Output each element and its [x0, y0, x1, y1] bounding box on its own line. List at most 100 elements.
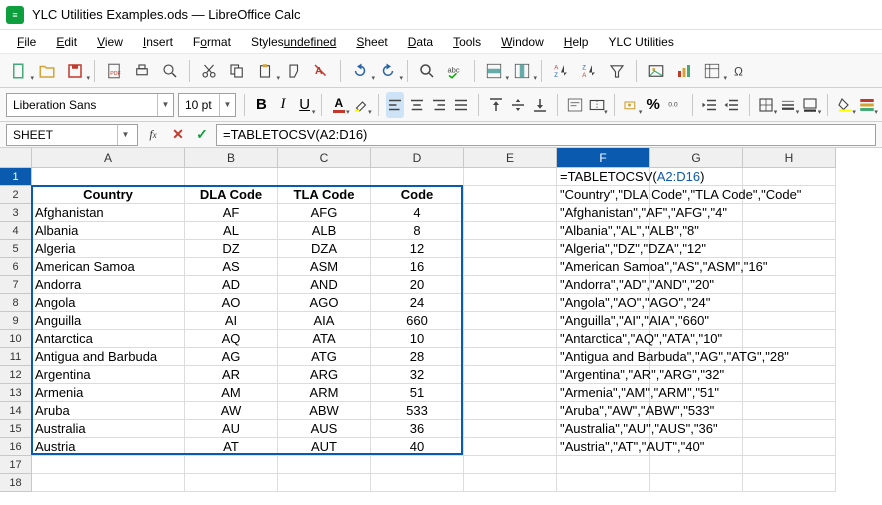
- row-header-5[interactable]: 5: [0, 240, 32, 258]
- cell-F4[interactable]: "Albania","AL","ALB","8": [557, 222, 650, 240]
- cell-D1[interactable]: [371, 168, 464, 186]
- row-header-10[interactable]: 10: [0, 330, 32, 348]
- cell-C10[interactable]: ATA: [278, 330, 371, 348]
- row-header-11[interactable]: 11: [0, 348, 32, 366]
- cell-H12[interactable]: [743, 366, 836, 384]
- cell-D10[interactable]: 10: [371, 330, 464, 348]
- cell-A4[interactable]: Albania: [32, 222, 185, 240]
- cell-B8[interactable]: AO: [185, 294, 278, 312]
- cell-E4[interactable]: [464, 222, 557, 240]
- cell-E8[interactable]: [464, 294, 557, 312]
- cell-C6[interactable]: ASM: [278, 258, 371, 276]
- menu-sheet[interactable]: Sheet: [347, 32, 396, 52]
- cell-C9[interactable]: AIA: [278, 312, 371, 330]
- name-box-input[interactable]: [7, 128, 117, 142]
- cell-E10[interactable]: [464, 330, 557, 348]
- italic-icon[interactable]: I: [274, 92, 292, 118]
- cell-H5[interactable]: [743, 240, 836, 258]
- cell-B18[interactable]: [185, 474, 278, 492]
- menu-view[interactable]: View: [88, 32, 132, 52]
- cell-D7[interactable]: 20: [371, 276, 464, 294]
- name-box[interactable]: ▼: [6, 124, 138, 146]
- cell-H16[interactable]: [743, 438, 836, 456]
- font-color-icon[interactable]: A▾: [330, 92, 348, 118]
- cell-B16[interactable]: AT: [185, 438, 278, 456]
- special-char-icon[interactable]: Ω: [727, 58, 753, 84]
- cell-H1[interactable]: [743, 168, 836, 186]
- valign-bottom-icon[interactable]: [531, 92, 549, 118]
- cell-A15[interactable]: Australia: [32, 420, 185, 438]
- currency-icon[interactable]: ▾: [622, 92, 640, 118]
- underline-icon[interactable]: U▾: [296, 92, 314, 118]
- row-header-7[interactable]: 7: [0, 276, 32, 294]
- cell-A12[interactable]: Argentina: [32, 366, 185, 384]
- cell-A10[interactable]: Antarctica: [32, 330, 185, 348]
- cell-D17[interactable]: [371, 456, 464, 474]
- cell-A16[interactable]: Austria: [32, 438, 185, 456]
- font-name-input[interactable]: [7, 94, 157, 116]
- font-size-combo[interactable]: ▼: [178, 93, 236, 117]
- cell-E13[interactable]: [464, 384, 557, 402]
- cell-B4[interactable]: AL: [185, 222, 278, 240]
- row-header-16[interactable]: 16: [0, 438, 32, 456]
- cell-H10[interactable]: [743, 330, 836, 348]
- cell-E12[interactable]: [464, 366, 557, 384]
- cell-D6[interactable]: 16: [371, 258, 464, 276]
- clear-format-icon[interactable]: A: [308, 58, 334, 84]
- sort-desc-icon[interactable]: ZA: [576, 58, 602, 84]
- cell-A5[interactable]: Algeria: [32, 240, 185, 258]
- col-icon[interactable]: ▾: [509, 58, 535, 84]
- cell-C3[interactable]: AFG: [278, 204, 371, 222]
- cell-H18[interactable]: [743, 474, 836, 492]
- cell-H14[interactable]: [743, 402, 836, 420]
- redo-icon[interactable]: ▾: [375, 58, 401, 84]
- col-header-H[interactable]: H: [743, 148, 836, 168]
- cell-A14[interactable]: Aruba: [32, 402, 185, 420]
- cell-B1[interactable]: [185, 168, 278, 186]
- font-size-input[interactable]: [179, 94, 219, 116]
- cell-E14[interactable]: [464, 402, 557, 420]
- cell-A11[interactable]: Antigua and Barbuda: [32, 348, 185, 366]
- cell-F8[interactable]: "Angola","AO","AGO","24": [557, 294, 650, 312]
- autofilter-icon[interactable]: [604, 58, 630, 84]
- highlight-icon[interactable]: ▾: [352, 92, 370, 118]
- cell-F10[interactable]: "Antarctica","AQ","ATA","10": [557, 330, 650, 348]
- cell-F13[interactable]: "Armenia","AM","ARM","51": [557, 384, 650, 402]
- cell-F16[interactable]: "Austria","AT","AUT","40": [557, 438, 650, 456]
- cell-B7[interactable]: AD: [185, 276, 278, 294]
- spreadsheet-grid[interactable]: ABCDEFGH1=TABLETOCSV(A2:D16)2CountryDLA …: [0, 148, 882, 505]
- pivot-icon[interactable]: ▾: [699, 58, 725, 84]
- menu-insert[interactable]: Insert: [134, 32, 182, 52]
- cell-D14[interactable]: 533: [371, 402, 464, 420]
- cell-F14[interactable]: "Aruba","AW","ABW","533": [557, 402, 650, 420]
- cell-C17[interactable]: [278, 456, 371, 474]
- cell-F1[interactable]: =TABLETOCSV(A2:D16): [557, 168, 650, 186]
- cell-C14[interactable]: ABW: [278, 402, 371, 420]
- cell-A6[interactable]: American Samoa: [32, 258, 185, 276]
- cell-E7[interactable]: [464, 276, 557, 294]
- select-all-corner[interactable]: [0, 148, 32, 168]
- paste-icon[interactable]: ▾: [252, 58, 278, 84]
- merge-cells-icon[interactable]: ▾: [588, 92, 606, 118]
- cell-H7[interactable]: [743, 276, 836, 294]
- cell-F17[interactable]: [557, 456, 650, 474]
- valign-middle-icon[interactable]: [509, 92, 527, 118]
- row-header-4[interactable]: 4: [0, 222, 32, 240]
- menu-format[interactable]: Format: [184, 32, 240, 52]
- menu-ylc-utilities[interactable]: YLC Utilities: [599, 32, 682, 52]
- cut-icon[interactable]: [196, 58, 222, 84]
- cell-C5[interactable]: DZA: [278, 240, 371, 258]
- number-format-icon[interactable]: 0.0: [666, 92, 684, 118]
- cell-G17[interactable]: [650, 456, 743, 474]
- wrap-text-icon[interactable]: [566, 92, 584, 118]
- indent-inc-icon[interactable]: [701, 92, 719, 118]
- cell-C1[interactable]: [278, 168, 371, 186]
- cell-H13[interactable]: [743, 384, 836, 402]
- cell-C8[interactable]: AGO: [278, 294, 371, 312]
- row-header-17[interactable]: 17: [0, 456, 32, 474]
- bg-color-icon[interactable]: ▾: [836, 92, 854, 118]
- font-name-combo[interactable]: ▼: [6, 93, 174, 117]
- cell-F3[interactable]: "Afghanistan","AF","AFG","4": [557, 204, 650, 222]
- row-header-18[interactable]: 18: [0, 474, 32, 492]
- cell-A9[interactable]: Anguilla: [32, 312, 185, 330]
